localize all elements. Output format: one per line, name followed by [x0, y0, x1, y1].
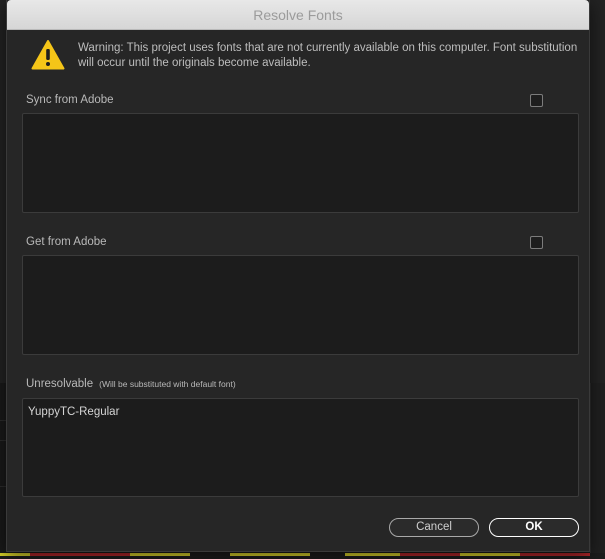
- resolve-fonts-dialog: Resolve Fonts Warning: This project uses…: [6, 0, 590, 552]
- get-from-adobe-label: Get from Adobe: [26, 236, 107, 248]
- unresolvable-label: Unresolvable: [26, 378, 94, 390]
- timeline-marker-yellow: [130, 553, 190, 556]
- get-from-adobe-checkbox[interactable]: [530, 236, 543, 249]
- sync-from-adobe-label: Sync from Adobe: [26, 94, 114, 106]
- cancel-button[interactable]: Cancel: [389, 518, 479, 537]
- timeline-marker-yellow: [230, 553, 310, 556]
- ok-button[interactable]: OK: [489, 518, 579, 537]
- dialog-title: Resolve Fonts: [253, 7, 343, 23]
- dialog-titlebar[interactable]: Resolve Fonts: [7, 0, 589, 30]
- timeline-marker-yellow: [0, 553, 30, 556]
- get-from-adobe-list[interactable]: [22, 255, 579, 355]
- sync-from-adobe-list[interactable]: [22, 113, 579, 213]
- warning-icon: [31, 40, 65, 70]
- unresolvable-note: (Will be substituted with default font): [99, 379, 236, 389]
- font-list-item[interactable]: YuppyTC-Regular: [28, 406, 119, 418]
- sync-from-adobe-checkbox[interactable]: [530, 94, 543, 107]
- unresolvable-list[interactable]: YuppyTC-Regular: [22, 398, 579, 497]
- timeline-marker-red: [520, 553, 590, 556]
- timeline-marker-red: [30, 553, 130, 556]
- unresolvable-heading: Unresolvable (Will be substituted with de…: [26, 378, 236, 390]
- background-side-panel: [590, 383, 605, 553]
- warning-message: Warning: This project uses fonts that ar…: [78, 42, 578, 69]
- timeline-marker-red: [400, 553, 460, 556]
- timeline-marker-yellow: [345, 553, 400, 556]
- timeline-marker-yellow: [460, 553, 520, 556]
